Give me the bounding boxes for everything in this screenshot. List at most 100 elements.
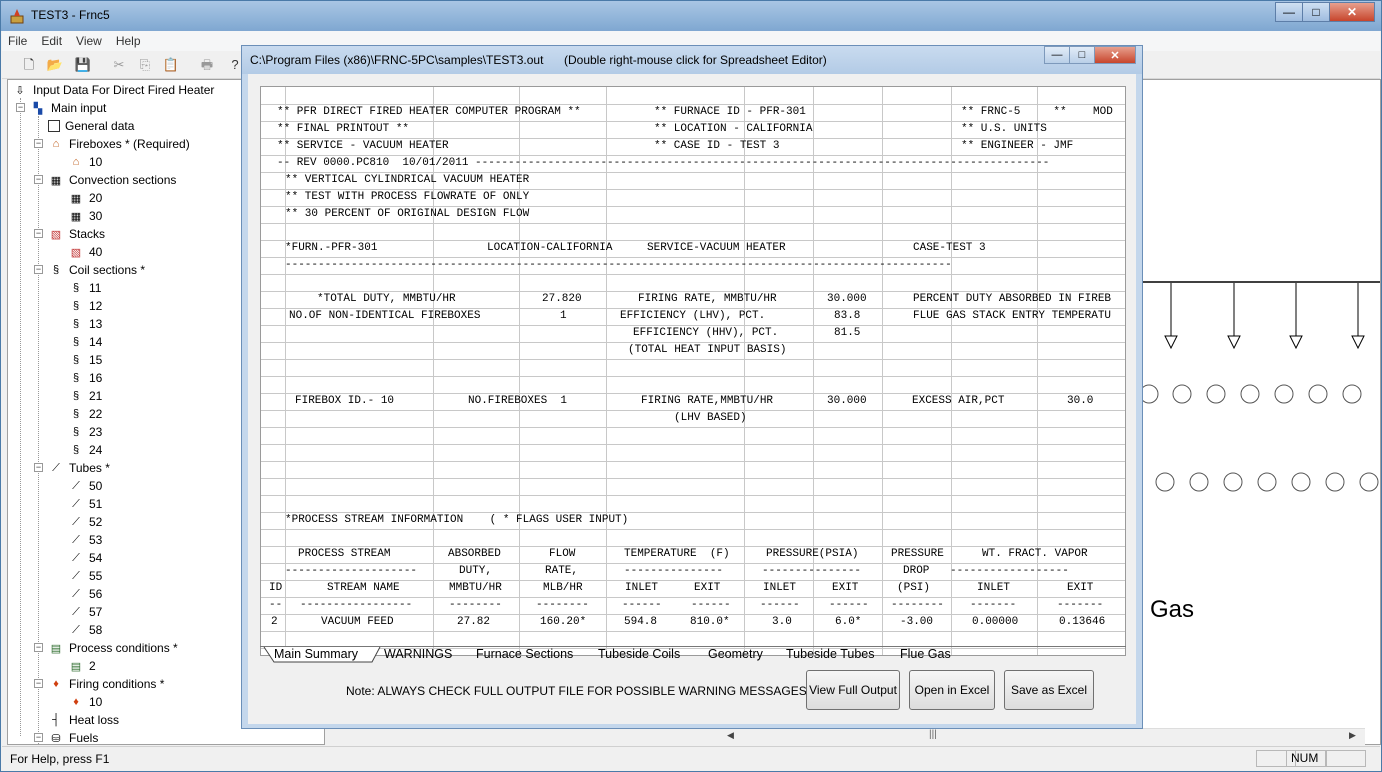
total-duty-value: 27.820	[542, 293, 582, 305]
tree-item-process[interactable]: ▤ 2	[68, 657, 96, 675]
tree-coils[interactable]: § Coil sections *	[48, 261, 145, 279]
scroll-left-icon[interactable]: ◀	[727, 730, 734, 741]
report-service: ** SERVICE - VACUUM HEATER	[277, 140, 449, 152]
tree-item-firing[interactable]: ♦ 10	[68, 693, 102, 711]
col-dash: --	[269, 599, 283, 611]
output-spreadsheet[interactable]: ** PFR DIRECT FIRED HEATER COMPUTER PROG…	[260, 86, 1126, 656]
expander-minus-icon[interactable]: −	[34, 175, 43, 184]
tree-item-tube[interactable]: ⟋ 53	[68, 531, 102, 549]
copy-icon[interactable]: ⎘	[136, 56, 154, 74]
tree-item-tube[interactable]: ⟋ 50	[68, 477, 102, 495]
tree-item-tube[interactable]: ⟋ 55	[68, 567, 102, 585]
tree-convection[interactable]: ▦ Convection sections	[48, 171, 177, 189]
expander-minus-icon[interactable]: −	[34, 463, 43, 472]
expander-minus-icon[interactable]: −	[34, 733, 43, 742]
tree-item-coil[interactable]: § 23	[68, 423, 102, 441]
report-furnace-id: ** FURNACE ID - PFR-301	[654, 106, 806, 118]
expander-minus-icon[interactable]: −	[34, 265, 43, 274]
tree-stacks[interactable]: ▧ Stacks	[48, 225, 105, 243]
output-title-bar[interactable]: C:\Program Files (x86)\FRNC-5PC\samples\…	[242, 46, 1142, 74]
tab-main-summary[interactable]: Main Summary	[274, 646, 358, 663]
save-as-excel-button[interactable]: Save as Excel	[1004, 670, 1094, 710]
tab-geometry[interactable]: Geometry	[708, 646, 763, 663]
menu-file[interactable]: File	[8, 34, 27, 48]
tree-item-coil[interactable]: § 21	[68, 387, 102, 405]
save-icon[interactable]: 💾	[74, 56, 92, 74]
row-pres-inlet: 3.0	[772, 616, 792, 628]
tree-item-tube[interactable]: ⟋ 58	[68, 621, 102, 639]
tree-tubes[interactable]: ⟋ Tubes *	[48, 459, 110, 477]
new-file-icon[interactable]: 🗋	[20, 56, 38, 74]
col-head-temperature: TEMPERATURE (F)	[624, 548, 730, 560]
close-button[interactable]: ✕	[1329, 2, 1375, 22]
expander-minus-icon[interactable]: −	[34, 229, 43, 238]
tree-fireboxes[interactable]: ⌂ Fireboxes * (Required)	[48, 135, 190, 153]
expander-minus-icon[interactable]: −	[34, 643, 43, 652]
col-drop-unit: (PSI)	[897, 582, 931, 594]
tree-item-coil[interactable]: § 13	[68, 315, 102, 333]
paste-icon[interactable]: 📋	[162, 56, 180, 74]
tree-fuels[interactable]: ⛁ Fuels	[48, 729, 98, 744]
output-close-button[interactable]: ✕	[1094, 46, 1136, 64]
tree-item-convection[interactable]: ▦ 30	[68, 207, 103, 225]
menu-view[interactable]: View	[76, 34, 102, 48]
scroll-thumb-grip-icon[interactable]: |||	[929, 729, 937, 740]
efficiency-lhv-value: 83.8	[834, 310, 861, 322]
print-icon[interactable]: 🖶	[198, 56, 216, 74]
tube-icon: ⟋	[72, 623, 80, 636]
open-folder-icon[interactable]: 📂	[46, 56, 64, 74]
tree-item-tube[interactable]: ⟋ 52	[68, 513, 102, 531]
tab-warnings[interactable]: WARNINGS	[384, 646, 452, 663]
title-bar[interactable]: TEST3 - Frnc5 — □ ✕	[1, 1, 1381, 31]
tree-item-tube[interactable]: ⟋ 54	[68, 549, 102, 567]
output-minimize-button[interactable]: —	[1044, 46, 1070, 64]
expander-minus-icon[interactable]: −	[34, 679, 43, 688]
horizontal-scrollbar[interactable]: ◀ ||| ▶	[329, 728, 1365, 745]
tree-item-tube[interactable]: ⟋ 51	[68, 495, 102, 513]
col-sub-rate: RATE,	[545, 565, 579, 577]
tree-main-input[interactable]: ▚ Main input	[30, 99, 107, 117]
tree-root[interactable]: ⇩ Input Data For Direct Fired Heater	[12, 81, 214, 99]
col-pres-exit: EXIT	[832, 582, 859, 594]
efficiency-lhv-label: EFFICIENCY (LHV), PCT.	[620, 310, 766, 322]
tree-item-coil[interactable]: § 11	[68, 279, 102, 297]
maximize-button[interactable]: □	[1302, 2, 1330, 22]
view-full-output-button[interactable]: View Full Output	[806, 670, 900, 710]
row-pres-exit: 6.0*	[835, 616, 862, 628]
tree-item-coil[interactable]: § 16	[68, 369, 102, 387]
tree-item-firebox[interactable]: ⌂ 10	[68, 153, 103, 171]
tree-general-data[interactable]: General data	[48, 117, 134, 135]
open-in-excel-button[interactable]: Open in Excel	[909, 670, 995, 710]
tree-item-tube[interactable]: ⟋ 56	[68, 585, 102, 603]
expander-minus-icon[interactable]: −	[16, 103, 25, 112]
tab-tubeside-coils[interactable]: Tubeside Coils	[598, 646, 680, 663]
cut-icon[interactable]: ✂	[110, 56, 128, 74]
expander-minus-icon[interactable]: −	[34, 139, 43, 148]
tab-flue-gas[interactable]: Flue Gas	[900, 646, 951, 663]
scroll-right-icon[interactable]: ▶	[1349, 730, 1356, 741]
tree-item-coil[interactable]: § 22	[68, 405, 102, 423]
tree-item-stack[interactable]: ▧ 40	[68, 243, 103, 261]
tree-item-coil[interactable]: § 24	[68, 441, 102, 459]
tab-tubeside-tubes[interactable]: Tubeside Tubes	[786, 646, 874, 663]
tree-item-convection[interactable]: ▦ 20	[68, 189, 103, 207]
tree-heat-loss[interactable]: ┤ Heat loss	[48, 711, 119, 729]
status-help-text: For Help, press F1	[10, 752, 110, 766]
firebox-icon: ⌂	[72, 156, 80, 168]
output-maximize-button[interactable]: □	[1069, 46, 1095, 64]
tree-firing[interactable]: ♦ Firing conditions *	[48, 675, 164, 693]
minimize-button[interactable]: —	[1275, 2, 1303, 22]
col-dash: ------	[622, 599, 662, 611]
menu-edit[interactable]: Edit	[41, 34, 62, 48]
excess-air-value: 30.0	[1067, 395, 1094, 407]
menu-help[interactable]: Help	[116, 34, 141, 48]
tab-furnace-sections[interactable]: Furnace Sections	[476, 646, 573, 663]
tree-item-tube[interactable]: ⟋ 57	[68, 603, 102, 621]
tree-item-coil[interactable]: § 14	[68, 333, 102, 351]
tree-process[interactable]: ▤ Process conditions *	[48, 639, 178, 657]
tree-item-coil[interactable]: § 15	[68, 351, 102, 369]
report-case-id: ** CASE ID - TEST 3	[654, 140, 780, 152]
report-header: ** PFR DIRECT FIRED HEATER COMPUTER PROG…	[277, 106, 581, 118]
tree-item-coil[interactable]: § 12	[68, 297, 102, 315]
coil-icon: §	[72, 318, 80, 330]
